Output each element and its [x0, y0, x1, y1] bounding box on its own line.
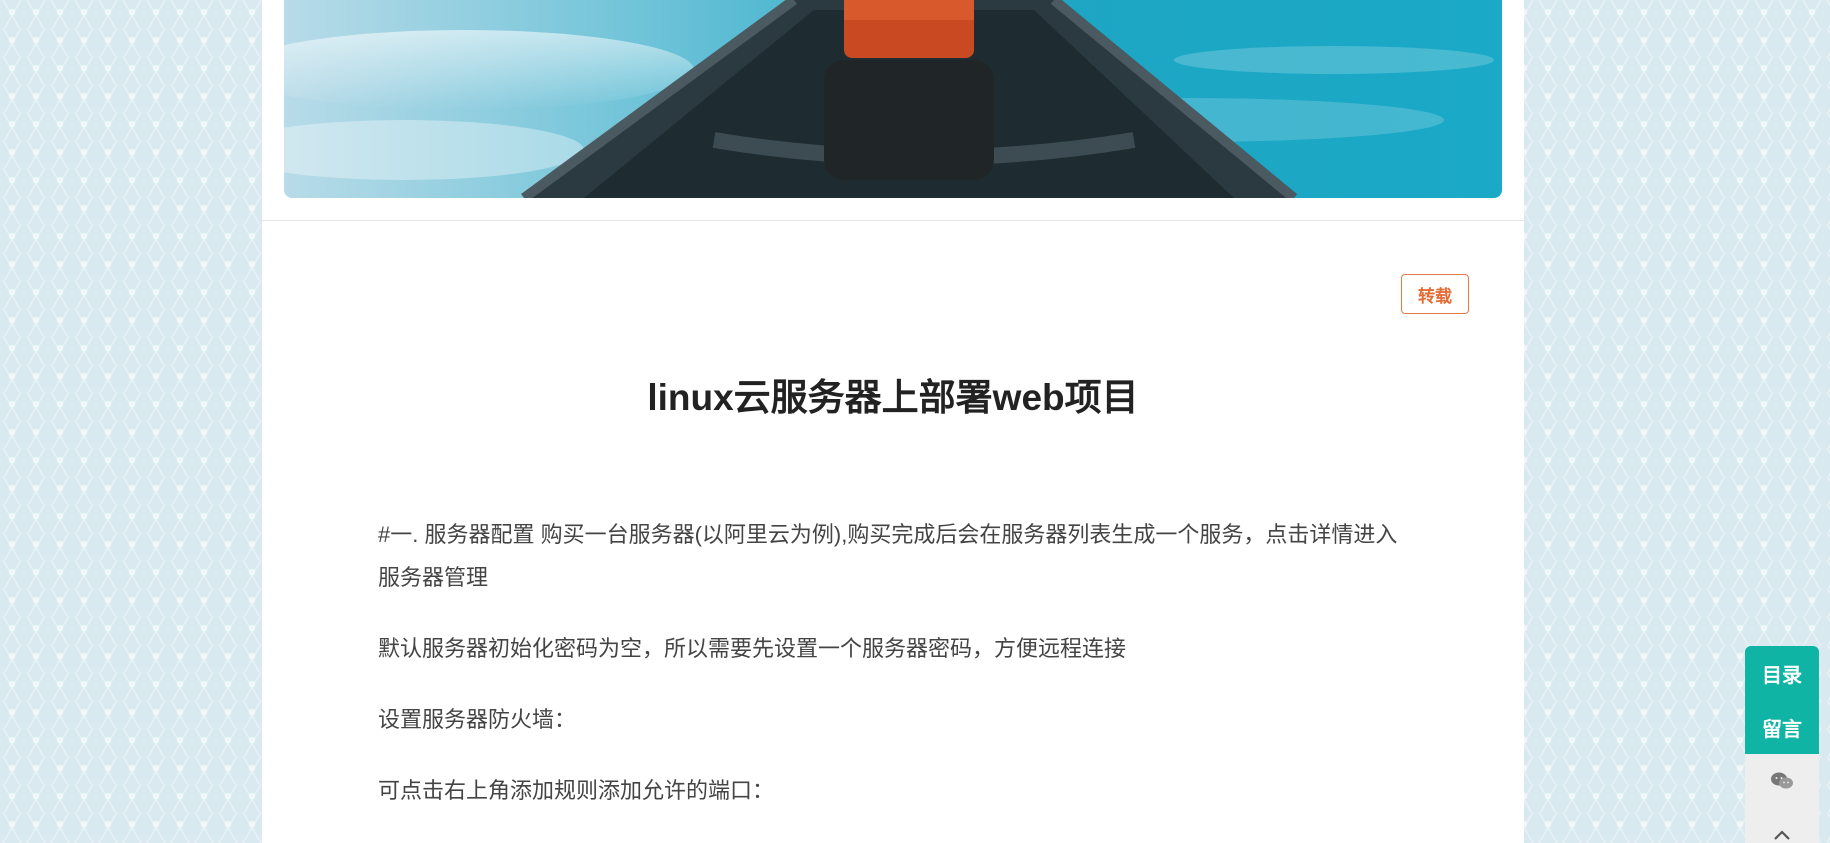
toc-button[interactable]: 目录 [1745, 646, 1819, 700]
post-title: linux云服务器上部署web项目 [647, 377, 1139, 418]
section-divider [262, 220, 1524, 221]
back-to-top-button[interactable] [1745, 808, 1819, 843]
wechat-share-button[interactable] [1745, 754, 1819, 808]
toc-label: 目录 [1762, 664, 1802, 687]
paragraph: #一. 服务器配置 购买一台服务器(以阿里云为例),购买完成后会在服务器列表生成… [378, 522, 1398, 590]
wechat-icon [1771, 772, 1793, 789]
paragraph: 设置服务器防火墙： [378, 707, 577, 732]
floating-toolbar: 目录 留言 [1745, 646, 1819, 843]
repost-badge: 转载 [1401, 274, 1469, 314]
chevron-up-icon [1774, 830, 1790, 840]
paragraph: 默认服务器初始化密码为空，所以需要先设置一个服务器密码，方便远程连接 [378, 636, 1127, 661]
comment-label: 留言 [1762, 718, 1802, 741]
paragraph: 可点击右上角添加规则添加允许的端口： [378, 778, 775, 803]
comment-button[interactable]: 留言 [1745, 700, 1819, 754]
content-column: 转载 linux云服务器上部署web项目 #一. 服务器配置 购买一台服务器(以… [262, 0, 1524, 843]
banner-image [284, 0, 1502, 198]
post-body: #一. 服务器配置 购买一台服务器(以阿里云为例),购买完成后会在服务器列表生成… [378, 513, 1418, 840]
